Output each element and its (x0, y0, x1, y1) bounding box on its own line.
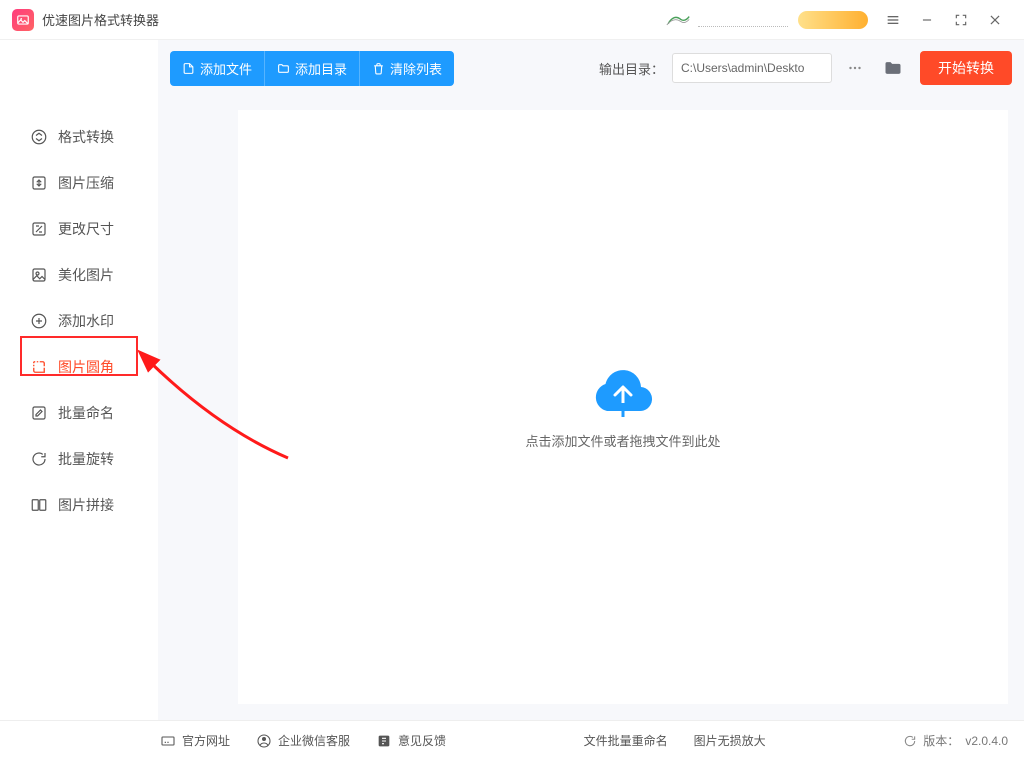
stitch-icon (30, 496, 48, 514)
footer-feedback[interactable]: 意见反馈 (376, 732, 446, 749)
support-icon (256, 733, 272, 749)
footer-label: 意见反馈 (398, 732, 446, 749)
footer-lossless-zoom-link[interactable]: 图片无损放大 (694, 732, 766, 749)
beautify-icon (30, 266, 48, 284)
sidebar: 格式转换 图片压缩 更改尺寸 美化图片 添加水印 图片圆角 批量命名 批量旋转 (0, 40, 158, 720)
version-label: 版本： (923, 732, 959, 749)
sidebar-item-label: 批量旋转 (58, 449, 114, 469)
footer-label: 官方网址 (182, 732, 230, 749)
feedback-icon (376, 733, 392, 749)
watermark-icon (30, 312, 48, 330)
sidebar-item-label: 更改尺寸 (58, 219, 114, 239)
footer-label: 文件批量重命名 (584, 732, 668, 749)
sidebar-item-label: 图片压缩 (58, 173, 114, 193)
footer-label: 图片无损放大 (694, 732, 766, 749)
clear-list-button[interactable]: 清除列表 (359, 51, 454, 86)
maximize-icon[interactable] (944, 0, 978, 40)
close-icon[interactable] (978, 0, 1012, 40)
speed-icon (664, 11, 692, 29)
footer-wechat-support[interactable]: 企业微信客服 (256, 732, 350, 749)
toolbar-button-group: 添加文件 添加目录 清除列表 (170, 51, 454, 86)
main-area: 添加文件 添加目录 清除列表 输出目录： C:\Users\admin\Desk… (158, 40, 1024, 720)
add-file-button[interactable]: 添加文件 (170, 51, 264, 86)
toolbar: 添加文件 添加目录 清除列表 输出目录： C:\Users\admin\Desk… (158, 40, 1024, 96)
round-corner-icon (30, 358, 48, 376)
drop-canvas[interactable]: 点击添加文件或者拖拽文件到此处 (238, 110, 1008, 704)
output-dir-path[interactable]: C:\Users\admin\Deskto (672, 53, 832, 83)
sidebar-item-stitch[interactable]: 图片拼接 (0, 482, 158, 528)
sidebar-item-label: 图片圆角 (58, 357, 114, 377)
sidebar-item-format-convert[interactable]: 格式转换 (0, 114, 158, 160)
sidebar-item-compress[interactable]: 图片压缩 (0, 160, 158, 206)
trash-icon (372, 62, 385, 75)
folder-icon (277, 62, 290, 75)
sidebar-item-label: 格式转换 (58, 127, 114, 147)
sidebar-item-batch-rename[interactable]: 批量命名 (0, 390, 158, 436)
rename-icon (30, 404, 48, 422)
clear-list-label: 清除列表 (390, 59, 442, 78)
add-file-label: 添加文件 (200, 59, 252, 78)
menu-icon[interactable] (876, 0, 910, 40)
sidebar-item-label: 添加水印 (58, 311, 114, 331)
add-folder-button[interactable]: 添加目录 (264, 51, 359, 86)
sidebar-item-label: 图片拼接 (58, 495, 114, 515)
titlebar-placeholder (698, 13, 788, 27)
more-icon[interactable] (840, 53, 870, 83)
footer-label: 企业微信客服 (278, 732, 350, 749)
refresh-icon[interactable] (903, 734, 917, 748)
version-value: v2.0.4.0 (965, 734, 1008, 748)
sidebar-item-batch-rotate[interactable]: 批量旋转 (0, 436, 158, 482)
footer-version: 版本： v2.0.4.0 (903, 732, 1008, 749)
vip-badge[interactable] (798, 11, 868, 29)
compress-icon (30, 174, 48, 192)
titlebar: 优速图片格式转换器 (0, 0, 1024, 40)
start-convert-button[interactable]: 开始转换 (920, 51, 1012, 85)
rotate-icon (30, 450, 48, 468)
resize-icon (30, 220, 48, 238)
footer: 官方网址 企业微信客服 意见反馈 文件批量重命名 图片无损放大 版本： v2.0.… (0, 720, 1024, 760)
sidebar-item-watermark[interactable]: 添加水印 (0, 298, 158, 344)
sidebar-item-label: 批量命名 (58, 403, 114, 423)
sidebar-item-beautify[interactable]: 美化图片 (0, 252, 158, 298)
drop-hint: 点击添加文件或者拖拽文件到此处 (525, 431, 720, 450)
add-folder-label: 添加目录 (295, 59, 347, 78)
minimize-icon[interactable] (910, 0, 944, 40)
output-dir-label: 输出目录： (599, 59, 664, 78)
convert-icon (30, 128, 48, 146)
browse-folder-icon[interactable] (878, 53, 908, 83)
sidebar-item-resize[interactable]: 更改尺寸 (0, 206, 158, 252)
app-title: 优速图片格式转换器 (42, 10, 159, 29)
sidebar-item-round-corner[interactable]: 图片圆角 (0, 344, 158, 390)
globe-icon (160, 733, 176, 749)
cloud-upload-icon (591, 365, 655, 417)
footer-official-site[interactable]: 官方网址 (160, 732, 230, 749)
footer-batch-rename-link[interactable]: 文件批量重命名 (584, 732, 668, 749)
file-icon (182, 62, 195, 75)
start-label: 开始转换 (938, 60, 994, 76)
sidebar-item-label: 美化图片 (58, 265, 114, 285)
app-logo (12, 9, 34, 31)
